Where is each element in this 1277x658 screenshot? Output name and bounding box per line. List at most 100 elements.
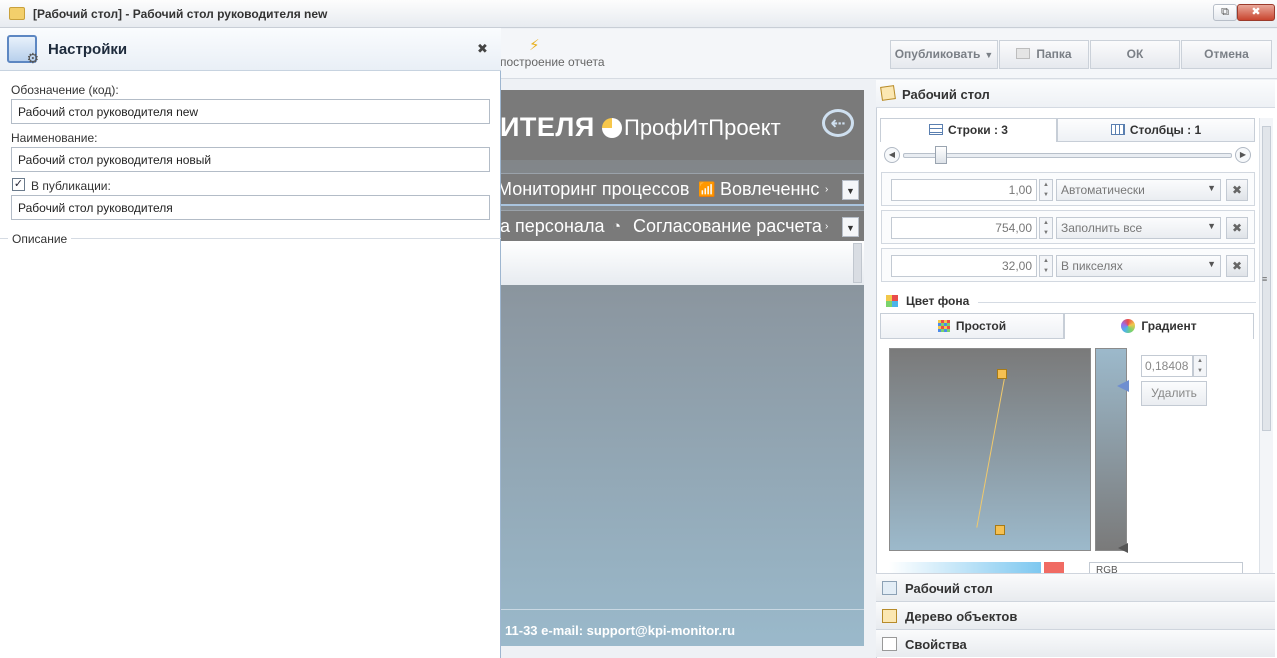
publish-button-label: Опубликовать bbox=[894, 47, 981, 61]
accordion-object-tree[interactable]: Дерево объектов bbox=[876, 601, 1275, 629]
remove-row-button[interactable]: ✖ bbox=[1226, 217, 1248, 239]
nav-item-monitoring[interactable]: Мониторинг процессов bbox=[500, 179, 690, 200]
pie-logo-icon bbox=[602, 118, 622, 138]
row-settings-1: 1,00 ▲ ▼ Автоматически ▼ ✖ bbox=[881, 172, 1255, 206]
settings-title: Настройки bbox=[48, 41, 128, 58]
nav-dropdown-button[interactable]: ▼ bbox=[842, 180, 859, 200]
rows-slider-track[interactable] bbox=[903, 153, 1232, 158]
tab-rows-label: Строки : 3 bbox=[948, 123, 1008, 137]
bar-chart-icon: 📶 bbox=[698, 181, 716, 197]
publish-checkbox[interactable]: ✓ bbox=[12, 178, 25, 191]
columns-icon bbox=[1110, 124, 1125, 135]
row-mode-select[interactable]: Автоматически ▼ bbox=[1056, 179, 1221, 201]
remove-row-button[interactable]: ✖ bbox=[1226, 179, 1248, 201]
code-label: Обозначение (код): bbox=[11, 83, 119, 97]
remove-row-button[interactable]: ✖ bbox=[1226, 255, 1248, 277]
row-size-stepper[interactable]: ▲ ▼ bbox=[1039, 179, 1053, 201]
delete-stop-button[interactable]: Удалить bbox=[1141, 381, 1207, 406]
chevron-right-icon: › bbox=[825, 184, 829, 195]
properties-panel-header: Рабочий стол bbox=[876, 80, 1275, 108]
gradient-stop-position-input[interactable]: 0,18408 bbox=[1141, 355, 1193, 377]
description-divider bbox=[0, 238, 501, 239]
tab-simple-color-label: Простой bbox=[955, 319, 1007, 333]
row-size-input[interactable]: 32,00 bbox=[891, 255, 1037, 277]
publish-button[interactable]: Опубликовать ▼ bbox=[890, 40, 998, 69]
chevron-down-icon: ▼ bbox=[984, 50, 994, 60]
row-mode-select[interactable]: Заполнить все ▼ bbox=[1056, 217, 1221, 239]
lightning-icon[interactable]: ⚡ bbox=[529, 36, 540, 54]
preview-footer: 11-33 e-mail: support@kpi-monitor.ru bbox=[505, 623, 736, 638]
preview-nav-row-1: Мониторинг процессов 📶 Вовлеченнс › ▼ bbox=[500, 173, 864, 206]
restore-button[interactable]: ⧉ bbox=[1213, 4, 1237, 21]
gradient-start-handle[interactable] bbox=[997, 369, 1007, 379]
accordion-properties-label: Свойства bbox=[905, 637, 967, 652]
slider-left-icon[interactable]: ◀ bbox=[884, 147, 900, 163]
row-size-stepper[interactable]: ▲ ▼ bbox=[1039, 255, 1053, 277]
gradient-stop-marker[interactable] bbox=[1117, 380, 1129, 392]
settings-panel: Настройки ✖ Обозначение (код): Наименова… bbox=[0, 28, 501, 658]
window-titlebar: [Рабочий стол] - Рабочий стол руководите… bbox=[0, 0, 1277, 28]
preview-scrollbar[interactable] bbox=[853, 243, 862, 283]
gradient-end-handle[interactable] bbox=[995, 525, 1005, 535]
company-logo: ПрофИтПроект bbox=[602, 115, 781, 141]
exit-icon[interactable]: ⇠ bbox=[822, 109, 854, 137]
row-size-input[interactable]: 1,00 bbox=[891, 179, 1037, 201]
preview-nav-row-2: а персонала ◔ Согласование расчета › ▼ bbox=[500, 210, 864, 243]
row-mode-value: Автоматически bbox=[1061, 183, 1145, 197]
settings-window-icon bbox=[7, 35, 39, 67]
chevron-down-icon: ▼ bbox=[1207, 183, 1216, 193]
rows-slider-thumb[interactable] bbox=[935, 146, 947, 164]
bg-color-divider bbox=[978, 302, 1256, 303]
tab-simple-color[interactable]: Простой bbox=[880, 313, 1064, 339]
row-mode-select[interactable]: В пикселях ▼ bbox=[1056, 255, 1221, 277]
grip-icon: ≡ bbox=[1262, 274, 1268, 284]
close-settings-icon[interactable]: ✖ bbox=[477, 41, 488, 57]
row-size-input[interactable]: 754,00 bbox=[891, 217, 1037, 239]
ok-button[interactable]: ОК bbox=[1090, 40, 1180, 69]
preview-content-bar bbox=[500, 241, 864, 285]
footer-divider bbox=[500, 609, 864, 610]
gradient-stops-strip[interactable] bbox=[1095, 348, 1127, 551]
publish-name-input[interactable] bbox=[11, 195, 490, 220]
preview-banner: ИТЕЛЯ ПрофИтПроект ⇠ bbox=[500, 90, 864, 160]
slider-right-icon[interactable]: ▶ bbox=[1235, 147, 1251, 163]
code-input[interactable] bbox=[11, 99, 490, 124]
cancel-button[interactable]: Отмена bbox=[1181, 40, 1272, 69]
gauge-icon: ◔ bbox=[612, 218, 622, 235]
accordion-object-tree-label: Дерево объектов bbox=[905, 609, 1018, 624]
chevron-down-icon: ▼ bbox=[1207, 259, 1216, 269]
properties-panel-title: Рабочий стол bbox=[902, 87, 990, 102]
accordion-desktop[interactable]: Рабочий стол bbox=[876, 573, 1275, 601]
row-mode-value: В пикселях bbox=[1061, 259, 1123, 273]
tab-gradient-label: Градиент bbox=[1141, 319, 1197, 333]
name-input[interactable] bbox=[11, 147, 490, 172]
tab-columns[interactable]: Столбцы : 1 bbox=[1057, 118, 1255, 142]
accordion-desktop-label: Рабочий стол bbox=[905, 581, 993, 596]
row-size-stepper[interactable]: ▲ ▼ bbox=[1039, 217, 1053, 239]
description-label: Описание bbox=[8, 232, 72, 246]
logo-text: ПрофИтПроект bbox=[624, 115, 781, 140]
palette-icon bbox=[886, 295, 898, 307]
tree-icon bbox=[882, 609, 897, 623]
build-report-label[interactable]: построение отчета bbox=[500, 55, 605, 69]
tab-rows[interactable]: Строки : 3 bbox=[880, 118, 1057, 142]
banner-title: ИТЕЛЯ bbox=[500, 112, 595, 142]
nav-item-approval[interactable]: Согласование расчета bbox=[633, 216, 822, 237]
tab-columns-label: Столбцы : 1 bbox=[1129, 123, 1202, 137]
accordion-properties[interactable]: Свойства bbox=[876, 629, 1275, 657]
close-window-button[interactable]: ✖ bbox=[1237, 4, 1275, 21]
gradient-stop-stepper[interactable]: ▲ ▼ bbox=[1193, 355, 1207, 377]
chevron-right-icon: › bbox=[825, 221, 829, 232]
nav-dropdown-button[interactable]: ▼ bbox=[842, 217, 859, 237]
nav-item-engagement[interactable]: Вовлеченнс bbox=[720, 179, 819, 200]
folder-button[interactable]: Папка bbox=[999, 40, 1089, 69]
gradient-stop-marker[interactable] bbox=[1118, 543, 1128, 553]
nav-item-personnel[interactable]: а персонала bbox=[500, 216, 604, 237]
edit-icon bbox=[882, 581, 897, 595]
tab-gradient[interactable]: Градиент bbox=[1064, 313, 1254, 339]
chevron-down-icon: ▼ bbox=[1207, 221, 1216, 231]
folder-button-label: Папка bbox=[1036, 47, 1072, 61]
properties-scrollbar[interactable]: ≡ bbox=[1259, 118, 1273, 573]
folder-icon bbox=[1016, 48, 1031, 59]
folder-icon bbox=[9, 7, 25, 20]
